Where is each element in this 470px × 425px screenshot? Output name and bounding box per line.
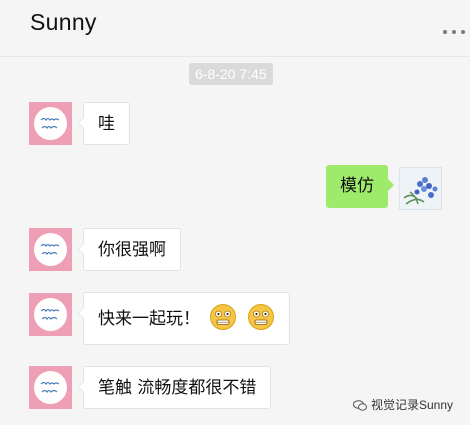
incoming-message-bubble[interactable]: 笔触 流畅度都很不错 bbox=[77, 366, 272, 409]
grimace-emoji bbox=[247, 304, 274, 330]
message-text: 快来一起玩！ bbox=[98, 309, 200, 329]
outgoing-message-bubble[interactable]: 模仿 bbox=[326, 165, 394, 208]
contact-avatar[interactable] bbox=[29, 293, 72, 336]
wechat-channel-icon bbox=[353, 400, 367, 412]
flower-script-avatar-icon bbox=[40, 243, 60, 256]
chat-header: Sunny bbox=[0, 0, 470, 57]
more-dots-icon[interactable] bbox=[443, 28, 467, 36]
contact-avatar[interactable] bbox=[29, 102, 72, 145]
flower-script-avatar-icon bbox=[40, 117, 60, 130]
blue-flower-avatar-icon bbox=[400, 168, 441, 209]
message-timestamp: 6-8-20 7:45 bbox=[189, 63, 273, 85]
incoming-message-bubble[interactable]: 你很强啊 bbox=[78, 228, 181, 271]
contact-avatar[interactable] bbox=[29, 228, 72, 271]
flower-script-avatar-icon bbox=[40, 308, 60, 321]
watermark-text: 视觉记录Sunny bbox=[371, 398, 454, 412]
chat-title: Sunny bbox=[30, 9, 97, 35]
incoming-message-bubble[interactable]: 快来一起玩！ bbox=[78, 292, 290, 345]
flower-script-avatar-icon bbox=[40, 381, 60, 394]
contact-avatar[interactable] bbox=[29, 366, 72, 409]
grimace-emoji bbox=[210, 304, 237, 330]
watermark: 视觉记录Sunny bbox=[353, 396, 453, 413]
incoming-message-bubble[interactable]: 哇 bbox=[78, 102, 130, 145]
self-avatar[interactable] bbox=[399, 167, 442, 210]
